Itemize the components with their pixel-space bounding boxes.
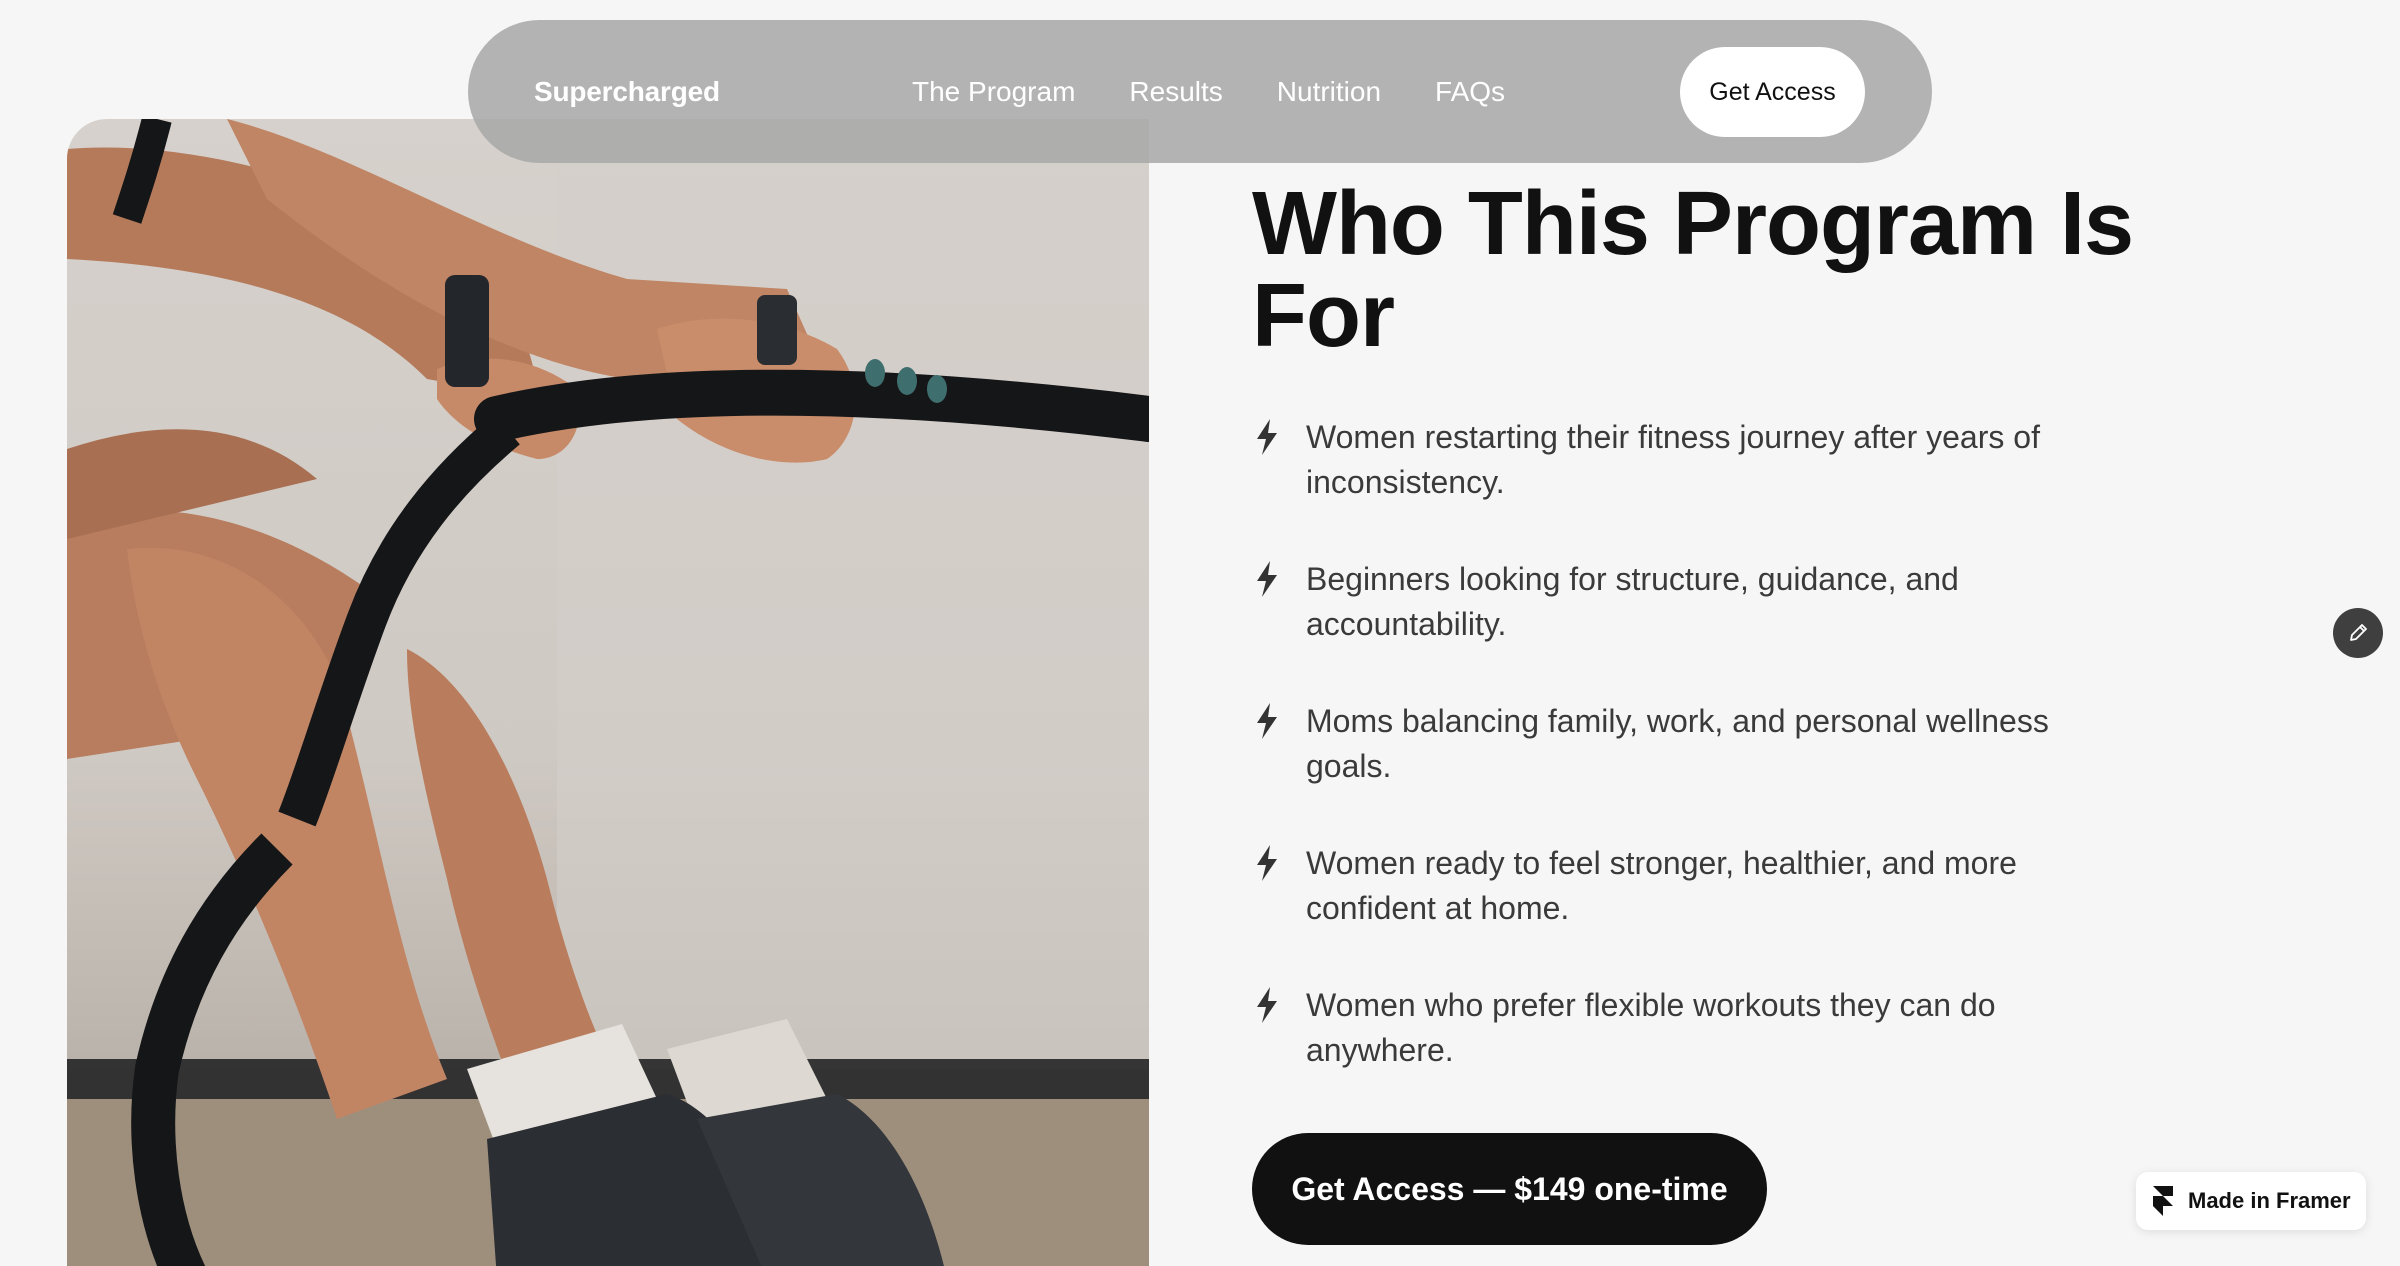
edit-button[interactable] (2333, 608, 2383, 658)
brand-logo[interactable]: Supercharged (534, 76, 720, 108)
section-title: Who This Program Is For (1252, 174, 2134, 366)
framer-logo-icon (2153, 1186, 2173, 1216)
bolt-icon (1257, 703, 1277, 739)
hero-photo (67, 119, 1149, 1266)
list-item-text: Moms balancing family, work, and persona… (1306, 703, 2049, 784)
bolt-icon (1257, 987, 1277, 1023)
framer-badge-label: Made in Framer (2188, 1188, 2351, 1213)
pencil-icon (2350, 624, 2367, 641)
nav-links: The Program Results Nutrition FAQs (912, 76, 1505, 108)
list-item-text: Women ready to feel stronger, healthier,… (1306, 845, 2017, 926)
list-item-text: Beginners looking for structure, guidanc… (1306, 561, 1959, 642)
page: Supercharged The Program Results Nutriti… (0, 0, 2400, 1266)
nav-get-access-button[interactable]: Get Access (1680, 47, 1865, 137)
list-item: Women who prefer flexible workouts they … (1254, 983, 2134, 1073)
bolt-icon (1257, 419, 1277, 455)
bolt-icon (1257, 561, 1277, 597)
made-in-framer-badge[interactable]: Made in Framer (2136, 1172, 2366, 1230)
bolt-icon (1257, 845, 1277, 881)
audience-list: Women restarting their fitness journey a… (1254, 415, 2134, 1125)
navbar: Supercharged The Program Results Nutriti… (468, 20, 1932, 163)
get-access-price-button[interactable]: Get Access — $149 one-time (1252, 1133, 1767, 1245)
nav-link-faqs[interactable]: FAQs (1435, 76, 1505, 108)
list-item: Women restarting their fitness journey a… (1254, 415, 2134, 505)
list-item: Moms balancing family, work, and persona… (1254, 699, 2134, 789)
list-item-text: Women restarting their fitness journey a… (1306, 419, 2040, 500)
nav-link-program[interactable]: The Program (912, 76, 1075, 108)
list-item: Beginners looking for structure, guidanc… (1254, 557, 2134, 647)
nav-link-results[interactable]: Results (1129, 76, 1222, 108)
list-item: Women ready to feel stronger, healthier,… (1254, 841, 2134, 931)
list-item-text: Women who prefer flexible workouts they … (1306, 987, 1996, 1068)
nav-link-nutrition[interactable]: Nutrition (1277, 76, 1381, 108)
